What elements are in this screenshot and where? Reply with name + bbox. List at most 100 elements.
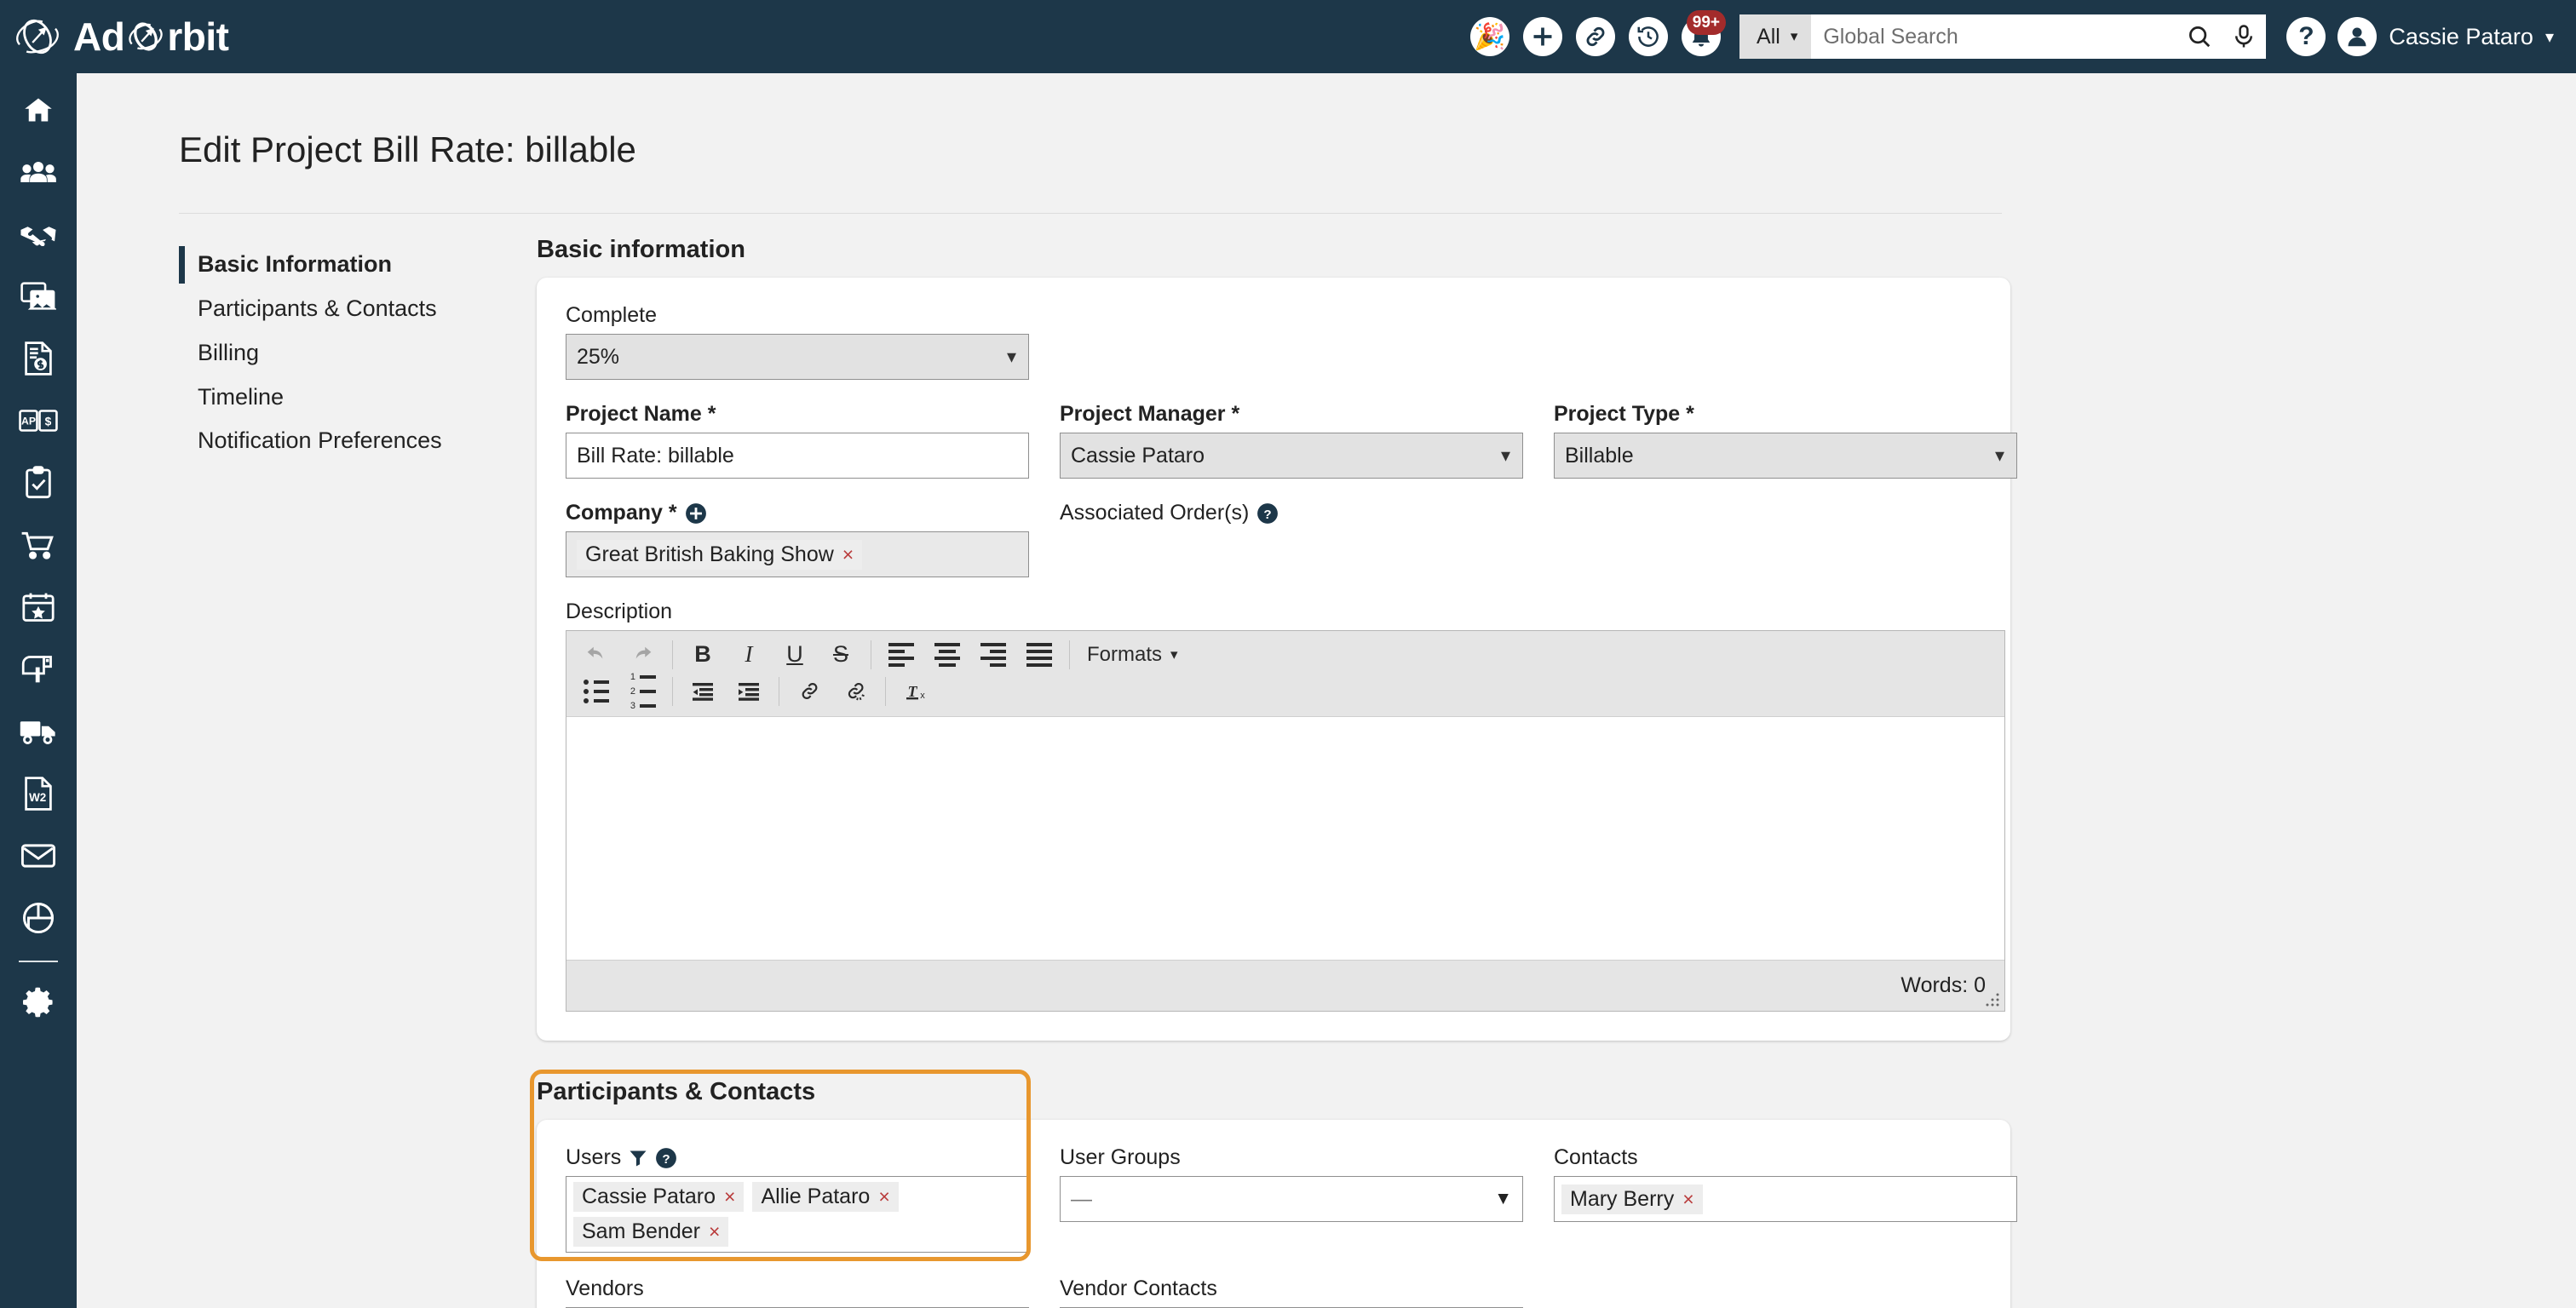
sidebar-item-invoices[interactable] bbox=[0, 327, 77, 389]
align-justify-icon[interactable] bbox=[1016, 636, 1062, 673]
voice-search-button[interactable] bbox=[2222, 14, 2267, 59]
sidebar-item-orders[interactable] bbox=[0, 513, 77, 576]
content-row: Basic Information Participants & Contact… bbox=[77, 214, 2576, 1308]
filter-icon[interactable] bbox=[629, 1149, 647, 1167]
link-icon[interactable] bbox=[786, 673, 832, 709]
celebration-button[interactable]: 🎉 bbox=[1463, 0, 1516, 73]
token-chip[interactable]: Cassie Pataro × bbox=[573, 1182, 745, 1213]
company-label-text: Company * bbox=[566, 501, 677, 525]
history-icon bbox=[1629, 17, 1669, 56]
user-menu[interactable]: Cassie Pataro ▾ bbox=[2332, 17, 2561, 56]
unlink-icon[interactable] bbox=[832, 673, 878, 709]
user-groups-select[interactable]: — ▼ bbox=[1060, 1176, 1523, 1223]
outdent-icon[interactable] bbox=[680, 673, 726, 709]
sidebar-item-sales[interactable] bbox=[0, 203, 77, 265]
word-count-label: Words: 0 bbox=[1900, 973, 1986, 998]
links-button[interactable] bbox=[1569, 0, 1622, 73]
truck-icon bbox=[20, 720, 55, 744]
remove-token-icon[interactable]: × bbox=[1682, 1188, 1693, 1211]
sidebar-item-home[interactable] bbox=[0, 78, 77, 141]
align-left-icon[interactable] bbox=[878, 636, 924, 673]
top-navigation-bar: Ad rbit 🎉 99+ All ▾ Global Search ? Cass… bbox=[0, 0, 2576, 73]
align-right-icon[interactable] bbox=[970, 636, 1016, 673]
sidebar-item-notification-preferences[interactable]: Notification Preferences bbox=[179, 419, 537, 463]
rich-text-editor: B I U S Formats ▾ 1 2 3 T x Words: 0 bbox=[566, 630, 2005, 1013]
token-chip[interactable]: Great British Baking Show × bbox=[577, 539, 863, 570]
chip-label: Great British Baking Show bbox=[585, 542, 834, 566]
complete-select[interactable]: 25% ▾ bbox=[566, 334, 1029, 381]
italic-icon[interactable]: I bbox=[726, 636, 772, 673]
chip-label: Cassie Pataro bbox=[582, 1185, 716, 1209]
orbit-logo-icon bbox=[16, 19, 59, 54]
sidebar-divider bbox=[19, 961, 58, 962]
search-submit-button[interactable] bbox=[2177, 14, 2222, 59]
clear-formatting-icon[interactable]: Tx bbox=[893, 673, 939, 709]
token-chip[interactable]: Mary Berry × bbox=[1561, 1184, 1703, 1214]
sidebar-item-shipping[interactable] bbox=[0, 700, 77, 762]
indent-icon[interactable] bbox=[726, 673, 772, 709]
formats-dropdown[interactable]: Formats ▾ bbox=[1077, 636, 1188, 673]
sidebar-item-media[interactable] bbox=[0, 265, 77, 327]
help-button[interactable]: ? bbox=[2280, 0, 2332, 73]
remove-token-icon[interactable]: × bbox=[842, 543, 854, 566]
project-name-input[interactable]: Bill Rate: billable bbox=[566, 433, 1029, 479]
undo-icon[interactable] bbox=[573, 636, 619, 673]
resize-grip-icon[interactable] bbox=[1985, 992, 2000, 1007]
users-field: Users ? Cassie Pataro × Allie Pataro × S… bbox=[566, 1145, 1029, 1254]
sidebar-item-settings[interactable] bbox=[0, 971, 77, 1033]
sidebar-item-billing[interactable]: Billing bbox=[179, 331, 537, 376]
sidebar-item-events[interactable] bbox=[0, 576, 77, 638]
sidebar-item-people[interactable] bbox=[0, 141, 77, 203]
help-circle-icon[interactable]: ? bbox=[1256, 502, 1279, 525]
sidebar-item-mailbox[interactable] bbox=[0, 638, 77, 700]
company-field: Company * Great British Baking Show × bbox=[566, 501, 1029, 578]
sidebar-item-tasks[interactable] bbox=[0, 451, 77, 513]
clipboard-check-icon bbox=[26, 465, 51, 498]
project-type-select[interactable]: Billable ▾ bbox=[1554, 433, 2017, 479]
users-token-input[interactable]: Cassie Pataro × Allie Pataro × Sam Bende… bbox=[566, 1176, 1029, 1254]
help-circle-icon[interactable]: ? bbox=[655, 1147, 677, 1169]
notifications-button[interactable]: 99+ bbox=[1675, 0, 1728, 73]
search-scope-dropdown[interactable]: All ▾ bbox=[1739, 14, 1812, 59]
envelope-icon bbox=[20, 843, 56, 868]
bold-icon[interactable]: B bbox=[680, 636, 726, 673]
chevron-down-icon: ▾ bbox=[1500, 445, 1510, 467]
token-chip[interactable]: Allie Pataro × bbox=[752, 1182, 899, 1213]
sidebar-item-email[interactable] bbox=[0, 824, 77, 886]
remove-token-icon[interactable]: × bbox=[709, 1220, 720, 1243]
token-chip[interactable]: Sam Bender × bbox=[573, 1217, 729, 1248]
bullet-list-icon[interactable] bbox=[573, 673, 619, 709]
nav-label: Billing bbox=[198, 339, 260, 365]
add-button[interactable] bbox=[1516, 0, 1569, 73]
main-content: Edit Project Bill Rate: billable Basic I… bbox=[77, 73, 2576, 1308]
editor-body[interactable] bbox=[566, 717, 2004, 961]
history-button[interactable] bbox=[1622, 0, 1675, 73]
search-icon bbox=[2189, 26, 2211, 48]
underline-icon[interactable]: U bbox=[772, 636, 818, 673]
user-groups-field: User Groups — ▼ bbox=[1060, 1145, 1523, 1253]
complete-value: 25% bbox=[577, 344, 620, 369]
app-logo[interactable]: Ad rbit bbox=[0, 0, 375, 73]
sidebar-item-accounts-payable[interactable]: AP $ bbox=[0, 389, 77, 451]
remove-token-icon[interactable]: × bbox=[724, 1185, 735, 1208]
row-company-orders: Company * Great British Baking Show × As… bbox=[566, 501, 1981, 578]
remove-token-icon[interactable]: × bbox=[878, 1185, 889, 1208]
sidebar-item-basic-information[interactable]: Basic Information bbox=[179, 243, 537, 287]
company-token-input[interactable]: Great British Baking Show × bbox=[566, 531, 1029, 578]
sidebar-item-participants-contacts[interactable]: Participants & Contacts bbox=[179, 287, 537, 331]
align-center-icon[interactable] bbox=[924, 636, 970, 673]
project-manager-select[interactable]: Cassie Pataro ▾ bbox=[1060, 433, 1523, 479]
numbered-list-icon[interactable]: 123 bbox=[619, 672, 665, 711]
strikethrough-icon[interactable]: S bbox=[818, 636, 864, 673]
sidebar-item-w2[interactable]: W2 bbox=[0, 762, 77, 824]
svg-text:W2: W2 bbox=[29, 790, 46, 803]
contacts-token-input[interactable]: Mary Berry × bbox=[1554, 1176, 2017, 1223]
sidebar-item-reports[interactable] bbox=[0, 886, 77, 949]
invoice-dollar-icon bbox=[25, 341, 52, 376]
images-icon bbox=[20, 281, 56, 310]
participants-contacts-heading: Participants & Contacts bbox=[537, 1078, 816, 1106]
plus-circle-icon[interactable] bbox=[685, 502, 707, 525]
search-input[interactable] bbox=[1811, 14, 2178, 59]
sidebar-item-timeline[interactable]: Timeline bbox=[179, 376, 537, 420]
redo-icon[interactable] bbox=[619, 636, 665, 673]
